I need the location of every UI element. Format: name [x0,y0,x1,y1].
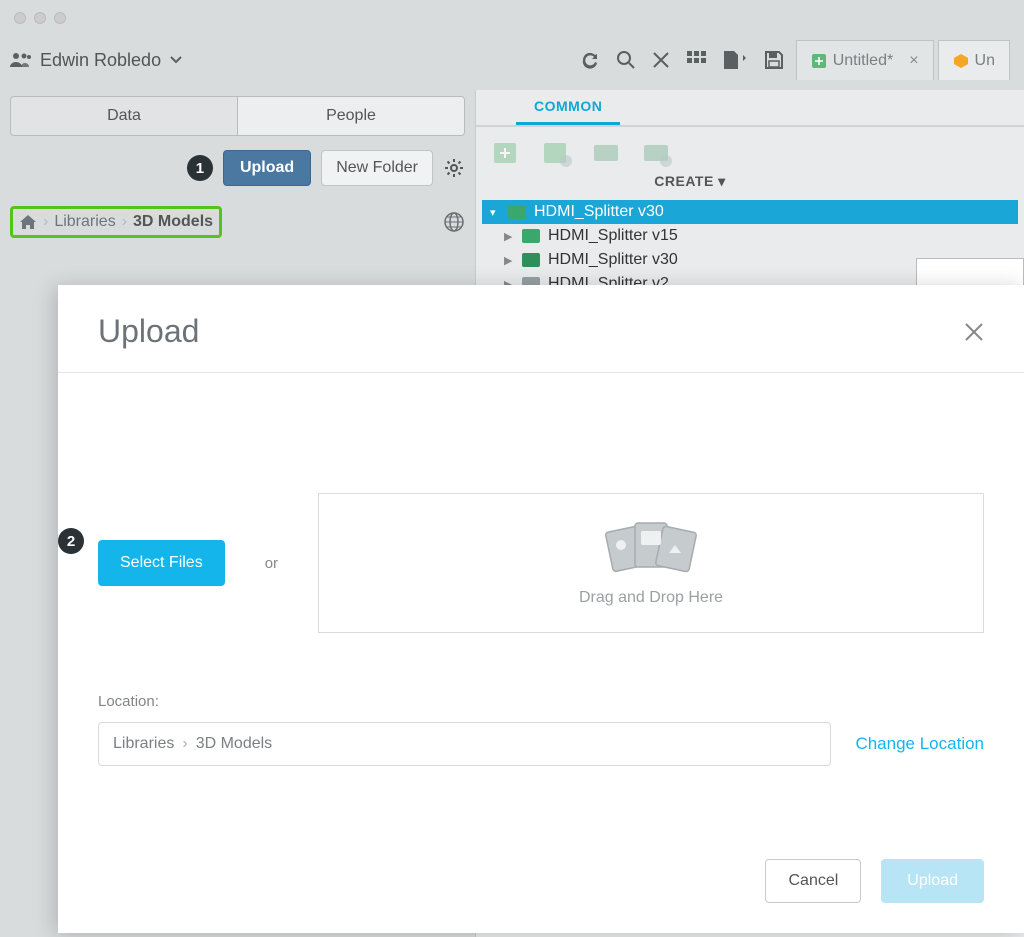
breadcrumb[interactable]: › Libraries › 3D Models [10,206,222,238]
tree-item-label: HDMI_Splitter v30 [548,251,678,269]
location-path: Libraries › 3D Models [98,722,831,766]
grid-icon [686,50,706,70]
schematic-file-icon [522,229,540,243]
panel-tabs: Data People [10,96,465,136]
schematic-file-icon [508,205,526,219]
tab-close-icon[interactable]: × [909,52,918,70]
schematic-link-tool-icon[interactable] [542,137,574,169]
refresh-icon [580,50,600,70]
window-traffic-lights [0,0,1024,36]
tab-untitled-2[interactable]: Un [938,40,1010,80]
close-window-dot[interactable] [14,12,26,24]
location-label: Location: [98,693,984,710]
tree-item-label: HDMI_Splitter v30 [534,203,664,221]
save-icon [764,50,784,70]
grid-view-button[interactable] [686,50,706,70]
breadcrumb-3d-models: 3D Models [133,213,213,231]
close-icon [964,322,984,342]
search-button[interactable] [616,50,636,70]
document-tabs: Untitled* × Un [796,40,1014,80]
location-segment: Libraries [113,735,174,753]
change-location-link[interactable]: Change Location [855,734,984,754]
home-icon[interactable] [19,214,37,230]
top-toolbar: Edwin Robledo Untitled* × [0,36,1024,90]
expand-icon[interactable]: ▶ [504,230,514,243]
tab-untitled[interactable]: Untitled* × [796,40,934,80]
or-text: or [265,555,278,572]
upload-submit-button[interactable]: Upload [881,859,984,903]
callout-2: 2 [58,528,84,554]
toolbar-icons [580,50,784,70]
x-icon [652,51,670,69]
user-name: Edwin Robledo [40,50,161,71]
search-icon [616,50,636,70]
dialog-close-button[interactable] [964,322,984,342]
dropzone[interactable]: Drag and Drop Here [318,493,984,633]
upload-button[interactable]: Upload [223,150,311,186]
box-icon [953,53,969,69]
tree-item[interactable]: ▶ HDMI_Splitter v15 [482,224,1018,248]
caret-down-icon: ▾ [714,173,726,189]
save-button[interactable] [764,50,784,70]
tab-label: Untitled* [833,52,893,70]
tree-item[interactable]: ▾ HDMI_Splitter v30 [482,200,1018,224]
collapse-icon[interactable]: ▾ [490,206,500,219]
tree-item-label: HDMI_Splitter v15 [548,227,678,245]
tab-people[interactable]: People [237,97,464,135]
tab-label-2: Un [975,52,995,70]
chevron-right-icon: › [122,213,127,231]
board-link-tool-icon[interactable] [642,137,674,169]
globe-button[interactable] [443,211,465,233]
user-dropdown[interactable]: Edwin Robledo [10,50,183,71]
file-new-icon [722,50,748,70]
files-icon [601,519,701,575]
design-toolbar [476,127,1024,173]
minimize-window-dot[interactable] [34,12,46,24]
chevron-right-icon: › [182,735,187,753]
globe-icon [443,211,465,233]
callout-1: 1 [187,155,213,181]
chevron-right-icon: › [43,213,48,231]
people-icon [10,52,32,68]
tab-data[interactable]: Data [11,97,237,135]
schematic-icon [811,53,827,69]
refresh-button[interactable] [580,50,600,70]
breadcrumb-libraries[interactable]: Libraries [54,213,115,231]
zoom-window-dot[interactable] [54,12,66,24]
location-segment: 3D Models [196,735,272,753]
cancel-button[interactable]: Cancel [765,859,861,903]
new-document-button[interactable] [722,50,748,70]
close-button[interactable] [652,51,670,69]
create-dropdown[interactable]: CREATE ▾ [356,173,1024,196]
board-tool-icon[interactable] [592,137,624,169]
upload-dialog: Upload 2 Select Files or [58,285,1024,933]
dialog-title: Upload [98,313,199,350]
select-files-button[interactable]: Select Files [98,540,225,586]
expand-icon[interactable]: ▶ [504,254,514,267]
tab-common[interactable]: COMMON [516,90,620,125]
dropzone-label: Drag and Drop Here [579,589,723,607]
chevron-down-icon [169,55,183,65]
board-file-icon [522,253,540,267]
schematic-tool-icon[interactable] [492,137,524,169]
